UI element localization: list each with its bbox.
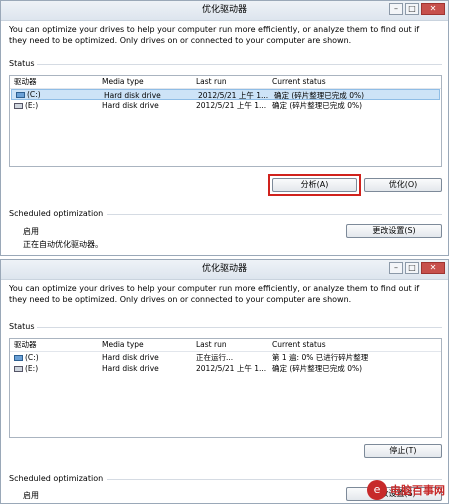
description-text: You can optimize your drives to help you… <box>9 284 420 304</box>
status-divider <box>37 327 442 328</box>
column-header-drive[interactable]: 驱动器 <box>10 76 102 88</box>
maximize-icon[interactable]: □ <box>405 3 419 15</box>
current-status-cell: 确定 (碎片整理已完成 0%) <box>272 364 363 373</box>
title-bar[interactable]: 优化驱动器 – □ ✕ <box>1 260 448 280</box>
column-header-last-run[interactable]: Last run <box>196 76 272 88</box>
media-type-cell: Hard disk drive <box>102 364 159 373</box>
analyze-button[interactable]: 分析(A) <box>272 178 357 192</box>
list-header: 驱动器 Media type Last run Current status <box>10 76 441 89</box>
column-header-drive[interactable]: 驱动器 <box>10 339 102 351</box>
change-settings-button[interactable]: 更改设置(S) <box>346 224 442 238</box>
watermark: e 电脑百事网 <box>367 480 445 500</box>
watermark-logo-icon: e <box>367 480 387 500</box>
drive-name: (E:) <box>25 101 39 110</box>
column-header-media-type[interactable]: Media type <box>102 76 196 88</box>
last-run-cell: 2012/5/21 上午 1... <box>198 91 269 99</box>
drive-row-e[interactable]: (E:) Hard disk drive 2012/5/21 上午 1... 确… <box>10 363 441 374</box>
column-header-current-status[interactable]: Current status <box>272 76 441 88</box>
last-run-cell: 2012/5/21 上午 1... <box>196 101 267 110</box>
media-type-cell: Hard disk drive <box>104 91 161 99</box>
drive-icon <box>14 365 23 372</box>
column-header-last-run[interactable]: Last run <box>196 339 272 351</box>
optimize-drives-window-1: 优化驱动器 – □ ✕ You can optimize your drives… <box>0 0 449 256</box>
maximize-icon[interactable]: □ <box>405 262 419 274</box>
stop-button[interactable]: 停止(T) <box>364 444 442 458</box>
window-title: 优化驱动器 <box>201 264 247 274</box>
drive-row-c[interactable]: (C:) Hard disk drive 2012/5/21 上午 1... 确… <box>11 89 440 100</box>
column-header-current-status[interactable]: Current status <box>272 339 441 351</box>
watermark-text: 电脑百事网 <box>390 484 445 497</box>
scheduled-optimization-label: Scheduled optimization <box>9 209 104 218</box>
drive-name: (C:) <box>25 353 39 362</box>
current-status-cell: 第 1 遍: 0% 已进行碎片整理 <box>272 353 369 362</box>
drive-list[interactable]: 驱动器 Media type Last run Current status (… <box>9 338 442 438</box>
optimize-drives-window-2: 优化驱动器 – □ ✕ You can optimize your drives… <box>0 259 449 504</box>
last-run-cell: 正在运行... <box>196 353 234 362</box>
title-bar[interactable]: 优化驱动器 – □ ✕ <box>1 1 448 21</box>
media-type-cell: Hard disk drive <box>102 353 159 362</box>
drive-icon <box>14 102 23 109</box>
drive-row-c[interactable]: (C:) Hard disk drive 正在运行... 第 1 遍: 0% 已… <box>10 352 441 363</box>
status-divider <box>37 64 442 65</box>
current-status-cell: 确定 (碎片整理已完成 0%) <box>272 101 363 110</box>
column-header-media-type[interactable]: Media type <box>102 339 196 351</box>
system-drive-icon <box>16 91 25 98</box>
current-status-cell: 确定 (碎片整理已完成 0%) <box>274 91 365 99</box>
close-icon[interactable]: ✕ <box>421 3 445 15</box>
drive-row-e[interactable]: (E:) Hard disk drive 2012/5/21 上午 1... 确… <box>10 100 441 111</box>
description-text: You can optimize your drives to help you… <box>9 25 420 45</box>
system-drive-icon <box>14 354 23 361</box>
drive-name: (C:) <box>27 90 41 99</box>
schedule-detail: 正在自动优化驱动器。 <box>23 240 103 249</box>
drive-list[interactable]: 驱动器 Media type Last run Current status (… <box>9 75 442 167</box>
schedule-state: 启用 <box>23 491 39 500</box>
status-label: Status <box>9 322 35 331</box>
minimize-icon[interactable]: – <box>389 3 403 15</box>
close-icon[interactable]: ✕ <box>421 262 445 274</box>
status-label: Status <box>9 59 35 68</box>
scheduled-optimization-label: Scheduled optimization <box>9 474 104 483</box>
optimize-button[interactable]: 优化(O) <box>364 178 442 192</box>
media-type-cell: Hard disk drive <box>102 101 159 110</box>
minimize-icon[interactable]: – <box>389 262 403 274</box>
schedule-state: 启用 <box>23 227 39 236</box>
last-run-cell: 2012/5/21 上午 1... <box>196 364 267 373</box>
drive-name: (E:) <box>25 364 39 373</box>
window-title: 优化驱动器 <box>201 5 247 15</box>
list-header: 驱动器 Media type Last run Current status <box>10 339 441 352</box>
scheduled-divider <box>107 214 442 215</box>
